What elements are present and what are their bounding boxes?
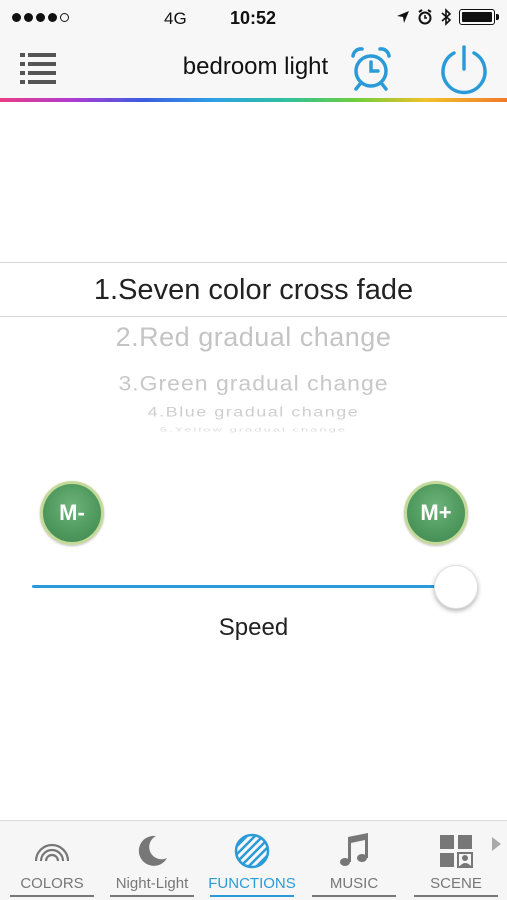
slider-track[interactable] bbox=[32, 585, 478, 588]
tab-night-light[interactable]: Night-Light bbox=[104, 821, 200, 900]
tab-underline bbox=[210, 895, 294, 897]
picker-item[interactable]: 5.Yellow gradual change bbox=[0, 426, 507, 433]
rainbow-icon bbox=[34, 843, 70, 862]
tab-underline bbox=[110, 895, 194, 897]
tab-label: COLORS bbox=[20, 875, 84, 892]
alarm-clock-icon bbox=[351, 47, 391, 91]
carrier-label: 4G bbox=[164, 9, 187, 28]
picker-item-selected[interactable]: 1.Seven color cross fade bbox=[0, 262, 507, 317]
battery-icon bbox=[459, 9, 499, 25]
tab-music[interactable]: MUSIC bbox=[306, 821, 402, 900]
slider-thumb[interactable] bbox=[434, 565, 478, 609]
mode-minus-button[interactable]: M- bbox=[40, 481, 104, 545]
scene-grid-icon bbox=[440, 835, 473, 868]
status-time: 10:52 bbox=[230, 8, 277, 28]
picker-item[interactable]: 4.Blue gradual change bbox=[0, 405, 507, 421]
signal-strength-icon bbox=[12, 13, 69, 22]
tab-label: SCENE bbox=[430, 875, 482, 892]
picker-item[interactable]: 3.Green gradual change bbox=[0, 371, 507, 396]
tab-label: MUSIC bbox=[329, 875, 379, 892]
tab-scroll-arrow-icon[interactable] bbox=[489, 835, 503, 853]
alarm-status-icon bbox=[418, 9, 432, 25]
nav-bar: bedroom light bbox=[0, 36, 507, 98]
tab-underline bbox=[414, 895, 498, 897]
music-note-icon bbox=[340, 833, 368, 866]
picker-item[interactable]: 2.Red gradual change bbox=[0, 322, 507, 353]
tab-bar: COLORS Night-Light FUNCTIONS MUSIC SCENE bbox=[0, 820, 507, 900]
tab-scene[interactable]: SCENE bbox=[408, 821, 504, 900]
rainbow-divider bbox=[0, 98, 507, 102]
mode-plus-button[interactable]: M+ bbox=[404, 481, 468, 545]
system-icons bbox=[396, 8, 499, 26]
status-bar: 4G 10:52 bbox=[0, 0, 507, 36]
bluetooth-icon bbox=[441, 8, 452, 26]
moon-icon bbox=[138, 835, 167, 866]
tab-underline bbox=[312, 895, 396, 897]
tab-label: FUNCTIONS bbox=[208, 875, 296, 892]
speed-label: Speed bbox=[218, 614, 289, 641]
tab-label: Night-Light bbox=[115, 875, 189, 892]
page-title: bedroom light bbox=[182, 53, 329, 80]
power-button[interactable] bbox=[436, 41, 492, 97]
striped-circle-icon bbox=[234, 833, 270, 869]
power-icon bbox=[441, 45, 487, 95]
tab-functions[interactable]: FUNCTIONS bbox=[204, 821, 300, 900]
tab-colors[interactable]: COLORS bbox=[4, 821, 100, 900]
alarm-button[interactable] bbox=[346, 44, 396, 94]
tab-underline bbox=[10, 895, 94, 897]
speed-slider[interactable] bbox=[32, 565, 478, 609]
location-arrow-icon bbox=[397, 11, 409, 23]
